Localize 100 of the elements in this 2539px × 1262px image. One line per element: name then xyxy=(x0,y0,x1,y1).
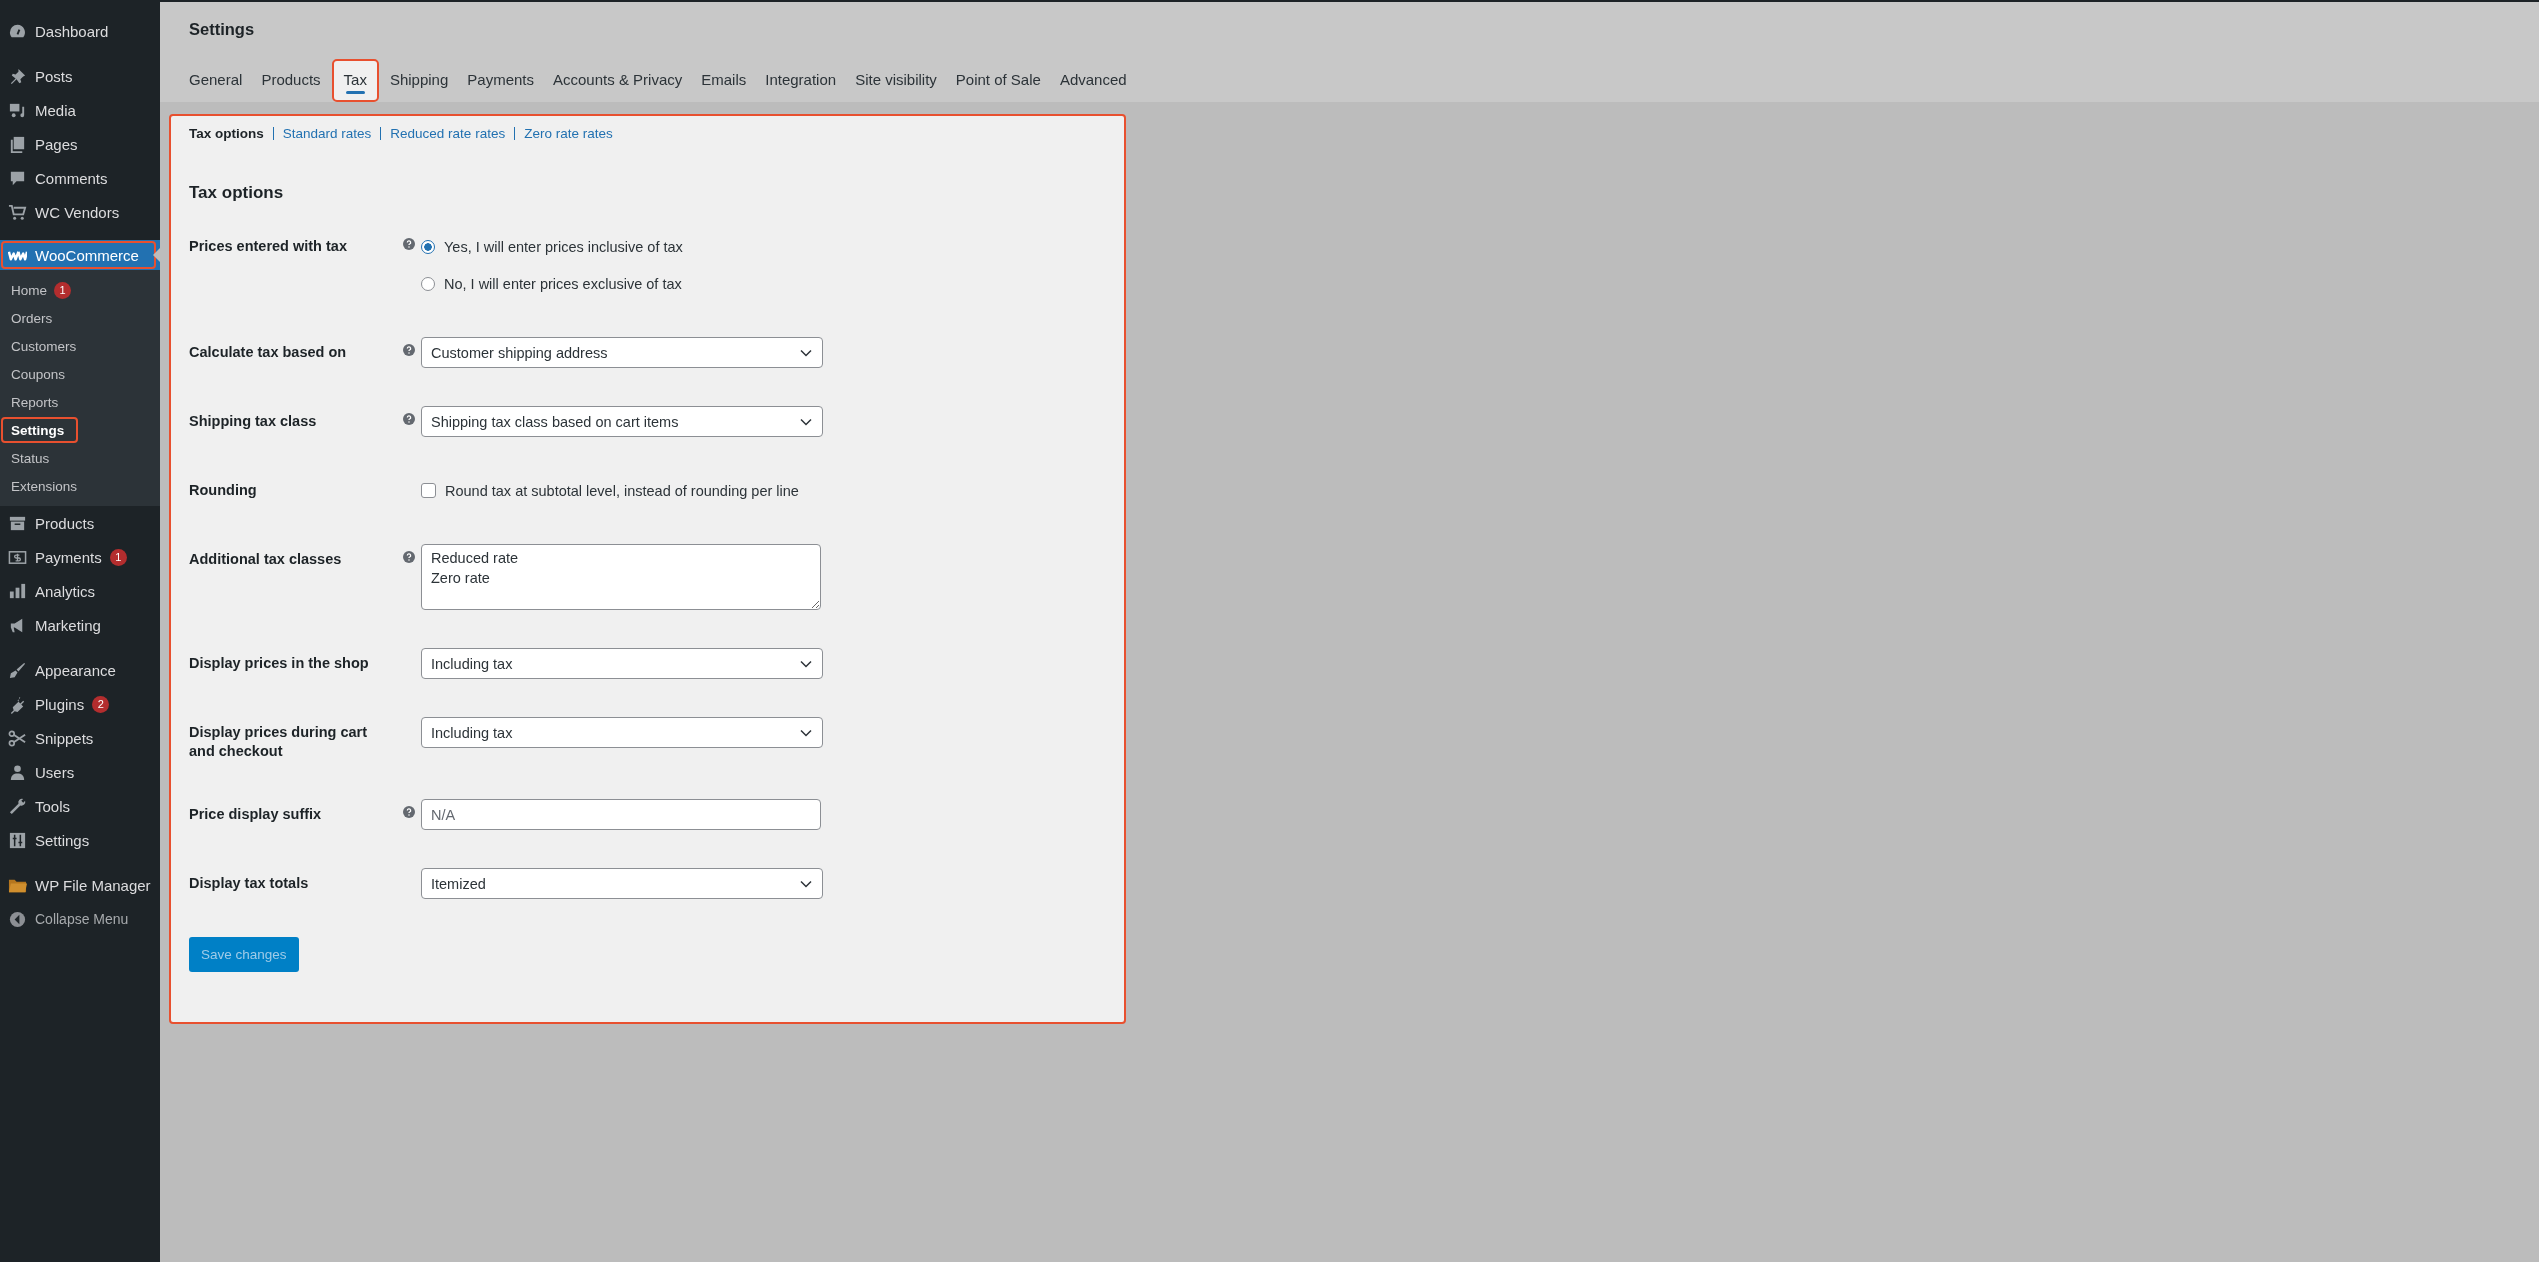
menu-label: Media xyxy=(35,101,76,119)
input-field[interactable]: N/A xyxy=(421,799,821,830)
section-heading: Tax options xyxy=(189,183,285,203)
page-title: Settings xyxy=(189,20,256,39)
field-label: Price display suffix xyxy=(189,805,323,824)
sidebar-item[interactable]: Analytics xyxy=(0,574,160,608)
option-label: No, I will enter prices exclusive of tax xyxy=(444,275,682,292)
menu-label: Snippets xyxy=(35,729,94,747)
count-badge: 1 xyxy=(54,281,71,299)
sidebar-item[interactable]: Marketing xyxy=(0,608,160,642)
sidebar-item[interactable]: Collapse Menu xyxy=(0,902,160,936)
menu-label: Reports xyxy=(11,394,59,410)
dropdown[interactable]: Including tax xyxy=(421,648,823,679)
triangle-icon xyxy=(153,248,160,262)
menu-label: Tools xyxy=(35,797,71,815)
submenu-item[interactable]: Coupons xyxy=(0,360,82,388)
tab[interactable]: Advanced xyxy=(1051,59,1135,102)
menu-label: Comments xyxy=(35,169,108,187)
help-icon[interactable] xyxy=(403,806,415,818)
menu-label: Posts xyxy=(35,67,73,85)
menu-label: WC Vendors xyxy=(35,203,120,221)
submenu-item[interactable]: Status xyxy=(0,444,82,472)
sidebar-item[interactable]: Settings xyxy=(0,823,160,857)
submenu-item[interactable]: Extensions xyxy=(0,472,82,500)
sidebar-item[interactable]: Comments xyxy=(0,161,160,195)
sidebar-item[interactable]: Appearance xyxy=(0,653,160,687)
scissors-icon xyxy=(8,728,27,748)
submenu-item[interactable]: Orders xyxy=(0,304,82,332)
sliders-icon xyxy=(8,830,27,850)
menu-label: Status xyxy=(11,450,50,466)
option-label: Yes, I will enter prices inclusive of tax xyxy=(444,238,683,255)
tab[interactable]: Shipping xyxy=(381,59,457,102)
sidebar-item[interactable]: Tools xyxy=(0,789,160,823)
bar-chart-icon xyxy=(8,581,27,601)
field-label: Display tax totals xyxy=(189,874,310,893)
count-badge: 2 xyxy=(92,695,110,713)
dropdown[interactable]: Shipping tax class based on cart items xyxy=(421,406,823,437)
tab[interactable]: Integration xyxy=(757,59,845,102)
sidebar-item[interactable]: Plugins 2 xyxy=(0,687,160,721)
tab[interactable]: Emails xyxy=(693,59,755,102)
submenu-item[interactable]: Customers xyxy=(0,332,82,360)
plug-icon xyxy=(8,694,27,714)
person-icon xyxy=(8,762,27,782)
menu-label: Pages xyxy=(35,135,78,153)
sidebar-item[interactable]: WP File Manager xyxy=(0,868,160,902)
text-area[interactable]: Reduced rate Zero rate xyxy=(421,544,821,610)
count-badge: 1 xyxy=(109,548,127,566)
tab[interactable]: Site visibility xyxy=(847,59,945,102)
subnav-link[interactable]: Standard rates xyxy=(282,126,372,141)
tab[interactable]: Products xyxy=(253,59,329,102)
subnav-link[interactable]: Zero rate rates xyxy=(524,126,613,141)
tab[interactable]: Payments xyxy=(459,59,542,102)
option-label: Round tax at subtotal level, instead of rounding per line xyxy=(445,482,799,499)
chevron-down-icon xyxy=(800,879,812,888)
menu-label: Products xyxy=(35,514,95,532)
radio-button[interactable] xyxy=(421,239,435,254)
tab[interactable]: Accounts & Privacy xyxy=(545,59,691,102)
subnav-link[interactable]: Reduced rate rates xyxy=(390,126,506,141)
dropdown[interactable]: Itemized xyxy=(421,868,823,899)
sidebar-item[interactable]: Pages xyxy=(0,127,160,161)
pages-icon xyxy=(8,134,27,154)
menu-label: Payments xyxy=(35,548,102,566)
menu-label: Marketing xyxy=(35,616,101,634)
checkbox[interactable] xyxy=(421,483,436,498)
help-icon[interactable] xyxy=(403,551,415,563)
cart-icon xyxy=(8,202,27,222)
dropdown[interactable]: Customer shipping address xyxy=(421,337,823,368)
sidebar-item[interactable]: Snippets xyxy=(0,721,160,755)
dropdown[interactable]: Including tax xyxy=(421,717,823,748)
help-icon[interactable] xyxy=(403,238,415,250)
sidebar-item[interactable]: Dashboard xyxy=(0,14,160,48)
wrench-icon xyxy=(8,796,27,816)
tab[interactable]: General xyxy=(181,59,251,102)
sidebar-item[interactable]: Users xyxy=(0,755,160,789)
subnav-link[interactable]: Tax options xyxy=(189,126,264,141)
chevron-down-icon xyxy=(800,417,812,426)
tab[interactable]: Tax xyxy=(331,59,379,102)
chevron-down-icon xyxy=(800,348,812,357)
menu-label: Customers xyxy=(11,338,77,354)
menu-label: Extensions xyxy=(11,478,78,494)
menu-label: Settings xyxy=(11,422,65,438)
help-icon[interactable] xyxy=(403,413,415,425)
menu-label: Users xyxy=(35,763,75,781)
field-label: Display prices during cart and checkout xyxy=(189,723,369,761)
sidebar-item[interactable]: WooCommerce xyxy=(0,240,160,270)
sidebar-item[interactable]: Posts xyxy=(0,59,160,93)
menu-label: Collapse Menu xyxy=(35,911,129,927)
menu-label: Appearance xyxy=(35,661,116,679)
menu-label: Home xyxy=(11,282,47,298)
sidebar-item[interactable]: Payments 1 xyxy=(0,540,160,574)
sidebar-item[interactable]: Products xyxy=(0,506,160,540)
brush-icon xyxy=(8,660,27,680)
chevron-down-icon xyxy=(800,728,812,737)
sidebar-item[interactable]: Media xyxy=(0,93,160,127)
help-icon[interactable] xyxy=(403,344,415,356)
radio-button[interactable] xyxy=(421,276,435,291)
submenu-item[interactable]: Home 1 xyxy=(0,276,82,304)
sidebar-item[interactable]: WC Vendors xyxy=(0,195,160,229)
submenu-item[interactable]: Reports xyxy=(0,388,82,416)
tab[interactable]: Point of Sale xyxy=(947,59,1049,102)
